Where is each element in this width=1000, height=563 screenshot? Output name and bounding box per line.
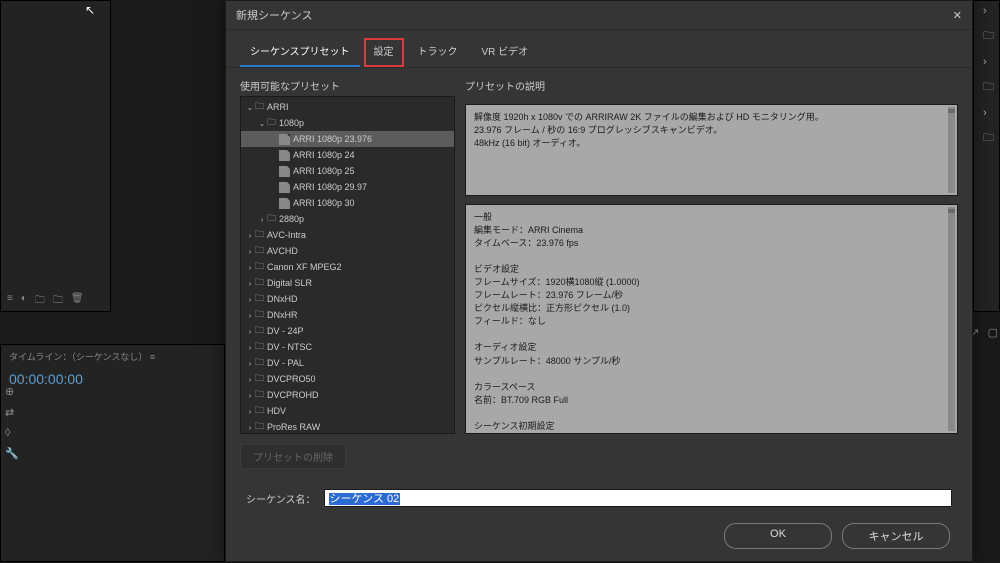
preset-description: 解像度 1920h x 1080v での ARRIRAW 2K ファイルの編集お…	[465, 104, 958, 196]
preset-details: 一般編集モード：ARRI Cinemaタイムベース：23.976 fpsビデオ設…	[465, 204, 958, 434]
tree-folder[interactable]: ›🗀HDV	[241, 403, 454, 419]
new-sequence-dialog: 新規シーケンス ✕ シーケンスプリセット設定トラックVR ビデオ 使用可能なプリ…	[225, 0, 973, 562]
panel-toolbar: ≡ ◐ 🗀 🗀 🗑	[1, 289, 112, 311]
box-icon[interactable]: ▢	[988, 326, 998, 339]
folder-icon: 🗀	[255, 323, 264, 339]
folder-icon: 🗀	[255, 243, 264, 259]
delete-preset-button: プリセットの削除	[240, 444, 346, 469]
ok-button[interactable]: OK	[724, 523, 832, 549]
tree-folder[interactable]: ›🗀DV - NTSC	[241, 339, 454, 355]
folder-icon: 🗀	[255, 275, 264, 291]
tree-folder[interactable]: ›🗀Canon XF MPEG2	[241, 259, 454, 275]
tab-1[interactable]: 設定	[364, 38, 404, 67]
tree-folder[interactable]: ›🗀DVCPRO50	[241, 371, 454, 387]
folder-icon[interactable]: 🗀	[983, 129, 994, 148]
tree-folder[interactable]: ›🗀DNxHR	[241, 307, 454, 323]
preset-file-icon	[279, 134, 290, 145]
folder-icon: 🗀	[255, 403, 264, 419]
link-icon[interactable]: ⇄	[5, 406, 19, 419]
folder-icon: 🗀	[255, 99, 264, 115]
sequence-name-label: シーケンス名：	[246, 491, 316, 506]
trash-icon[interactable]: 🗑	[71, 293, 84, 307]
folder-icon: 🗀	[267, 115, 276, 131]
snap-icon[interactable]: ⊕	[5, 385, 19, 398]
tree-folder[interactable]: ⌄🗀ARRI	[241, 99, 454, 115]
list-icon[interactable]: ≡	[7, 293, 13, 307]
close-icon[interactable]: ✕	[953, 9, 962, 22]
folder-icon: 🗀	[255, 371, 264, 387]
tree-folder[interactable]: ›🗀AVCHD	[241, 243, 454, 259]
dialog-tabs: シーケンスプリセット設定トラックVR ビデオ	[226, 30, 972, 68]
folder-icon[interactable]: 🗀	[983, 27, 994, 46]
dialog-titlebar: 新規シーケンス ✕	[226, 1, 972, 30]
dialog-title: 新規シーケンス	[236, 7, 312, 23]
preset-file-icon	[279, 150, 290, 161]
preset-file-icon	[279, 198, 290, 209]
preset-tree[interactable]: ⌄🗀ARRI⌄🗀1080pARRI 1080p 23.976ARRI 1080p…	[240, 96, 455, 434]
background-panel-left: ↖ ≡ ◐ 🗀 🗀 🗑	[0, 0, 111, 312]
background-panel-right: › 🗀 › 🗀 › 🗀	[973, 0, 1000, 312]
tab-3[interactable]: VR ビデオ	[472, 38, 539, 67]
tree-preset[interactable]: ARRI 1080p 24	[241, 147, 454, 163]
folder-icon: 🗀	[255, 227, 264, 243]
chevron-right-icon[interactable]: ›	[983, 5, 994, 17]
folder-add-icon[interactable]: 🗀	[53, 293, 63, 307]
folder-icon: 🗀	[267, 211, 276, 227]
preset-file-icon	[279, 166, 290, 177]
tree-folder[interactable]: ›🗀DNxHD	[241, 291, 454, 307]
folder-icon: 🗀	[255, 307, 264, 323]
tree-folder[interactable]: ›🗀Digital SLR	[241, 275, 454, 291]
scrollbar[interactable]	[948, 207, 955, 431]
tree-folder[interactable]: ›🗀2880p	[241, 211, 454, 227]
timeline-timecode: 00:00:00:00	[1, 368, 224, 395]
folder-icon: 🗀	[255, 387, 264, 403]
folder-icon: 🗀	[255, 339, 264, 355]
folder-icon: 🗀	[255, 419, 264, 434]
marker-icon[interactable]: ◊	[5, 427, 19, 439]
tree-folder[interactable]: ›🗀DVCPROHD	[241, 387, 454, 403]
clip-icon[interactable]: ◐	[21, 293, 27, 307]
presets-label: 使用可能なプリセット	[240, 78, 455, 93]
timeline-title: タイムライン：（シーケンスなし） ≡	[1, 345, 224, 368]
tree-folder[interactable]: ›🗀AVC-Intra	[241, 227, 454, 243]
folder-icon: 🗀	[255, 291, 264, 307]
tree-folder[interactable]: ›🗀ProRes RAW	[241, 419, 454, 434]
preset-file-icon	[279, 182, 290, 193]
tab-2[interactable]: トラック	[408, 38, 468, 67]
folder-icon: 🗀	[255, 259, 264, 275]
tree-folder[interactable]: ›🗀DV - 24P	[241, 323, 454, 339]
folder-icon[interactable]: 🗀	[983, 78, 994, 97]
folder-icon[interactable]: 🗀	[35, 293, 45, 307]
tree-preset[interactable]: ARRI 1080p 25	[241, 163, 454, 179]
description-label: プリセットの説明	[465, 78, 958, 93]
tab-0[interactable]: シーケンスプリセット	[240, 38, 360, 67]
tree-preset[interactable]: ARRI 1080p 30	[241, 195, 454, 211]
chevron-right-icon[interactable]: ›	[983, 56, 994, 68]
chevron-right-icon[interactable]: ›	[983, 107, 994, 119]
scrollbar[interactable]	[948, 107, 955, 193]
cursor-icon: ↖	[85, 3, 95, 17]
tree-preset[interactable]: ARRI 1080p 29.97	[241, 179, 454, 195]
wrench-icon[interactable]: 🔧	[5, 447, 19, 460]
folder-icon: 🗀	[255, 355, 264, 371]
sequence-name-input[interactable]: シーケンス 02	[324, 489, 953, 507]
timeline-panel: タイムライン：（シーケンスなし） ≡ 00:00:00:00 ⊕ ⇄ ◊ 🔧	[0, 344, 225, 562]
tree-folder[interactable]: ⌄🗀1080p	[241, 115, 454, 131]
tree-preset[interactable]: ARRI 1080p 23.976	[241, 131, 454, 147]
cancel-button[interactable]: キャンセル	[842, 523, 950, 549]
tree-folder[interactable]: ›🗀DV - PAL	[241, 355, 454, 371]
